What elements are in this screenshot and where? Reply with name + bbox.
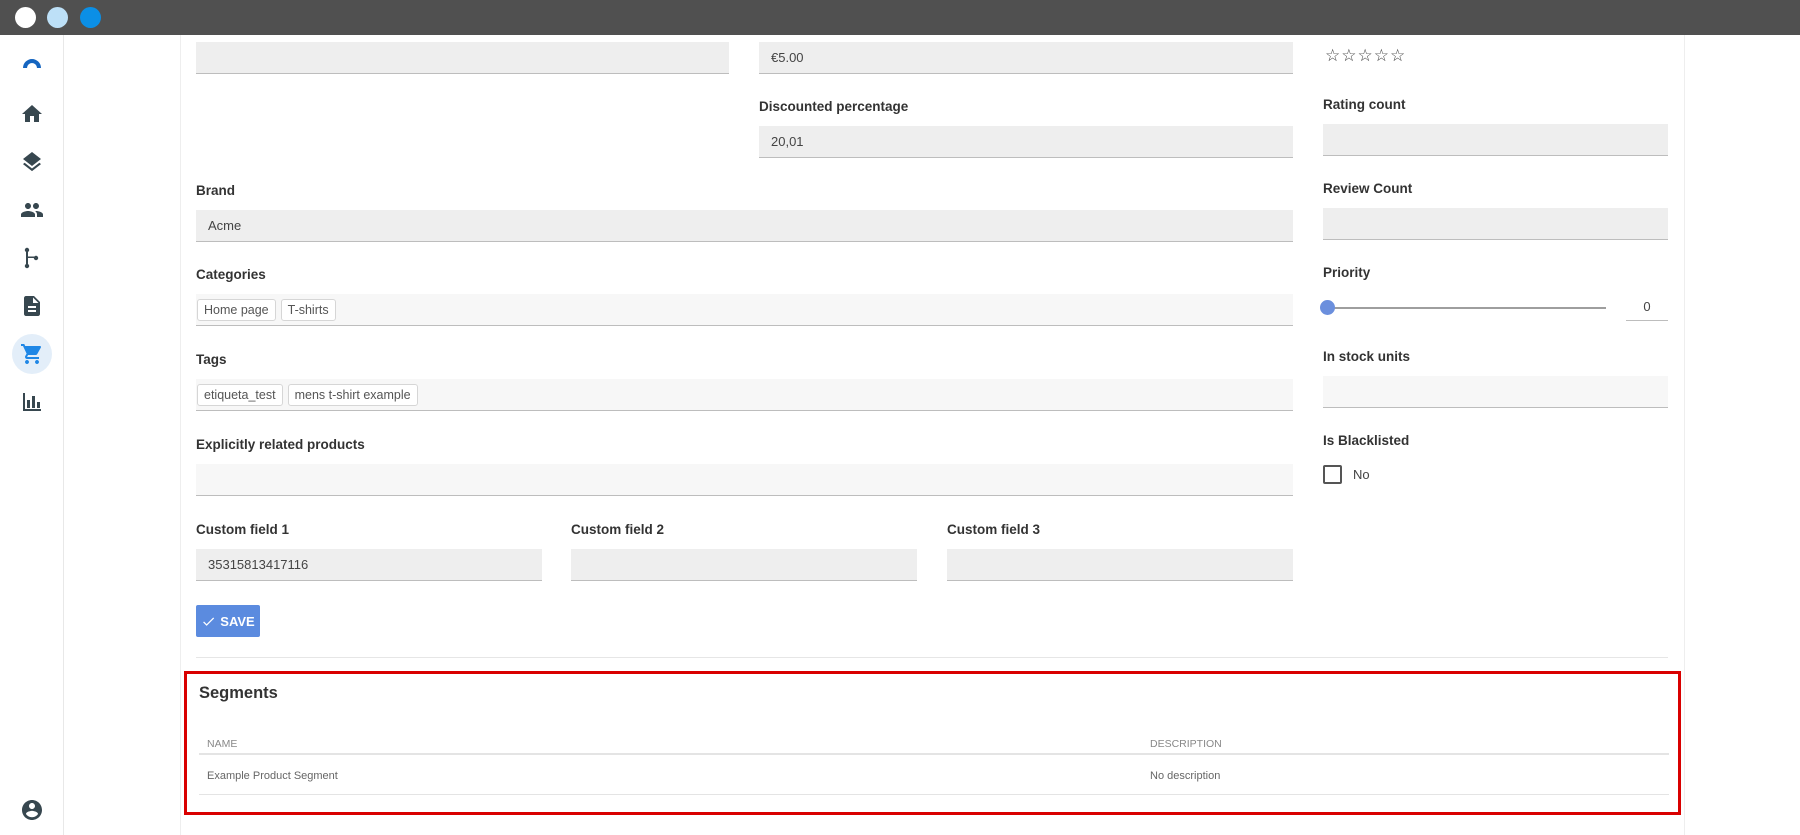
custom-field-3-label: Custom field 3: [947, 522, 1041, 537]
save-button[interactable]: SAVE: [196, 605, 260, 637]
rating-count-label: Rating count: [1323, 97, 1406, 112]
explicitly-related-field[interactable]: [196, 464, 1293, 496]
segments-table-header: NAME DESCRIPTION: [199, 732, 1669, 755]
price-field[interactable]: €5.00: [759, 42, 1293, 74]
is-blacklisted-label: Is Blacklisted: [1323, 433, 1410, 448]
in-stock-units-label: In stock units: [1323, 349, 1411, 364]
custom-field-1-value: 35315813417116: [208, 557, 309, 572]
brand-field[interactable]: Acme: [196, 210, 1293, 242]
segment-description-cell: No description: [1150, 770, 1221, 782]
custom-field-1-input[interactable]: 35315813417116: [196, 549, 542, 581]
save-button-label: SAVE: [220, 613, 255, 629]
branch-icon[interactable]: [12, 238, 52, 278]
is-blacklisted-option-label: No: [1353, 467, 1370, 482]
column-header-name[interactable]: NAME: [207, 738, 237, 750]
review-count-label: Review Count: [1323, 181, 1413, 196]
in-stock-units-field[interactable]: [1323, 376, 1668, 408]
priority-value-input[interactable]: 0: [1626, 295, 1668, 321]
tag-chip[interactable]: mens t-shirt example: [287, 383, 418, 406]
tags-field[interactable]: etiqueta_test mens t-shirt example: [196, 379, 1293, 411]
window-titlebar: [0, 0, 1800, 35]
custom-field-3-input[interactable]: [947, 549, 1293, 581]
check-icon: [203, 616, 215, 626]
tag-chip[interactable]: etiqueta_test: [197, 383, 283, 406]
price-value: €5.00: [771, 50, 804, 65]
category-chip[interactable]: Home page: [197, 298, 276, 321]
window-minimize-button[interactable]: [47, 7, 68, 28]
section-divider: [196, 657, 1668, 658]
top-left-field[interactable]: [196, 42, 729, 74]
review-count-field[interactable]: [1323, 208, 1668, 240]
brand-value: Acme: [208, 218, 242, 233]
people-icon[interactable]: [12, 190, 52, 230]
rating-count-field[interactable]: [1323, 124, 1668, 156]
account-circle-icon[interactable]: [12, 790, 52, 830]
cart-icon[interactable]: [12, 334, 52, 374]
categories-label: Categories: [196, 267, 266, 282]
custom-field-2-input[interactable]: [571, 549, 917, 581]
sidebar: [0, 35, 64, 835]
layers-icon[interactable]: [12, 142, 52, 182]
window-maximize-button[interactable]: [80, 7, 101, 28]
home-icon[interactable]: [12, 94, 52, 134]
segments-section: Segments NAME DESCRIPTION Example Produc…: [184, 671, 1681, 815]
categories-field[interactable]: Home page T-shirts: [196, 294, 1293, 326]
table-row[interactable]: Example Product Segment No description: [199, 757, 1669, 795]
category-chip[interactable]: T-shirts: [280, 298, 336, 321]
document-icon[interactable]: [12, 286, 52, 326]
rating-stars[interactable]: ☆☆☆☆☆: [1325, 46, 1406, 66]
column-header-description[interactable]: DESCRIPTION: [1150, 738, 1222, 750]
discounted-percentage-label: Discounted percentage: [759, 99, 909, 114]
explicitly-related-label: Explicitly related products: [196, 437, 365, 452]
priority-slider-track[interactable]: [1328, 307, 1606, 309]
is-blacklisted-checkbox[interactable]: [1323, 465, 1342, 484]
segment-name-cell: Example Product Segment: [207, 770, 338, 782]
discounted-percentage-field[interactable]: 20,01: [759, 126, 1293, 158]
priority-slider-thumb[interactable]: [1320, 300, 1335, 315]
custom-field-2-label: Custom field 2: [571, 522, 665, 537]
segments-title: Segments: [199, 684, 278, 702]
discounted-percentage-value: 20,01: [771, 134, 804, 149]
tags-label: Tags: [196, 352, 227, 367]
brand-label: Brand: [196, 183, 236, 198]
app-logo-icon[interactable]: [12, 44, 52, 84]
bar-chart-icon[interactable]: [12, 382, 52, 422]
custom-field-1-label: Custom field 1: [196, 522, 290, 537]
priority-label: Priority: [1323, 265, 1371, 280]
window-close-button[interactable]: [15, 7, 36, 28]
